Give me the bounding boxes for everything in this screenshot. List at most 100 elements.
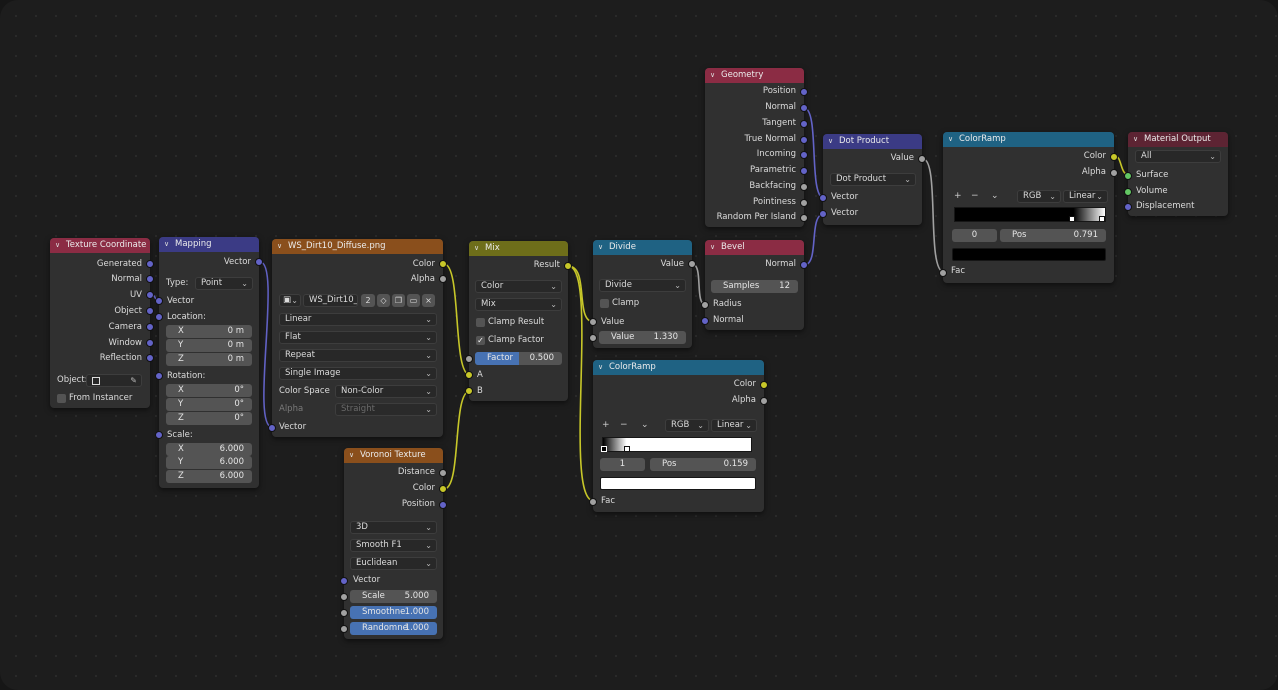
socket-position-out[interactable] [439, 501, 447, 509]
socket-camera[interactable] [146, 323, 154, 331]
blend-mode-dropdown[interactable]: Mix ⌄ [475, 298, 562, 311]
node-header[interactable]: ∨ Bevel [705, 240, 804, 255]
socket-alpha-out[interactable] [439, 275, 447, 283]
node-header[interactable]: ∨ ColorRamp [593, 360, 764, 375]
metric-dropdown[interactable]: Euclidean ⌄ [350, 557, 437, 570]
ramp-stop-1[interactable] [624, 446, 630, 452]
node-dot-product[interactable]: ∨ Dot Product Value Dot Product ⌄ Vector V… [819, 134, 926, 225]
socket-random-per-island-out[interactable] [800, 214, 808, 222]
chevron-down-icon[interactable]: ⌄ [641, 420, 649, 431]
socket-normal-in[interactable] [701, 317, 709, 325]
eyedropper-icon[interactable]: ✎ [130, 375, 137, 386]
extension-dropdown[interactable]: Repeat ⌄ [279, 349, 437, 362]
socket-vector-in-1[interactable] [819, 194, 827, 202]
socket-color-out[interactable] [439, 485, 447, 493]
randomness-field[interactable]: Randomne 1.000 [350, 622, 437, 635]
chevron-down-icon[interactable]: ∨ [598, 360, 603, 375]
chevron-down-icon[interactable]: ∨ [948, 132, 953, 147]
remove-stop-button[interactable]: − [971, 191, 979, 202]
socket-volume-in[interactable] [1124, 188, 1132, 196]
socket-radius-in[interactable] [701, 301, 709, 309]
socket-normal[interactable] [146, 275, 154, 283]
ramp-stop-0[interactable] [1069, 216, 1075, 222]
color-space-dropdown[interactable]: Non-Color ⌄ [335, 385, 437, 398]
operation-dropdown[interactable]: Divide ⌄ [599, 279, 686, 292]
socket-generated[interactable] [146, 260, 154, 268]
node-image-texture[interactable]: ∨ WS_Dirt10_Diffuse.png Color Alpha ▣ ⌄ WS… [268, 239, 447, 437]
scale-y[interactable]: Y 6.000 [166, 456, 252, 469]
socket-rotation[interactable] [155, 372, 163, 380]
socket-reflection[interactable] [146, 354, 154, 362]
chevron-down-icon[interactable]: ∨ [277, 239, 282, 254]
image-name-field[interactable]: WS_Dirt10_... [303, 294, 358, 307]
clamp-result-checkbox[interactable] [476, 318, 485, 327]
socket-result-out[interactable] [564, 262, 572, 270]
socket-displacement-in[interactable] [1124, 203, 1132, 211]
rotation-x[interactable]: X 0° [166, 384, 252, 397]
socket-parametric-out[interactable] [800, 167, 808, 175]
node-header[interactable]: ∨ ColorRamp [943, 132, 1114, 147]
socket-color-out[interactable] [1110, 153, 1118, 161]
socket-b-in[interactable] [465, 387, 473, 395]
socket-normal-out[interactable] [800, 104, 808, 112]
chevron-down-icon[interactable]: ∨ [598, 240, 603, 255]
scale-field[interactable]: Scale 5.000 [350, 590, 437, 603]
socket-value-in-2[interactable] [589, 334, 597, 342]
node-color-ramp-2[interactable]: ∨ ColorRamp Color Alpha + − ⌄ RGB ⌄ Linear… [939, 132, 1118, 283]
node-header[interactable]: ∨ Voronoi Texture [344, 448, 443, 463]
socket-surface-in[interactable] [1124, 172, 1132, 180]
socket-distance-out[interactable] [439, 469, 447, 477]
color-mode-dropdown[interactable]: RGB ⌄ [665, 419, 709, 432]
ramp-stop-1[interactable] [1099, 216, 1105, 222]
socket-vector-in[interactable] [340, 577, 348, 585]
clamp-factor-checkbox[interactable]: ✓ [476, 336, 485, 345]
socket-randomness-in[interactable] [340, 625, 348, 633]
socket-alpha-out[interactable] [760, 397, 768, 405]
node-color-ramp-1[interactable]: ∨ ColorRamp Color Alpha + − ⌄ RGB ⌄ Linear… [589, 360, 768, 512]
node-bevel[interactable]: ∨ Bevel Normal Samples 12 Radius Normal [701, 240, 808, 330]
interpolation-dropdown[interactable]: Linear ⌄ [1063, 190, 1108, 203]
duplicate-icon[interactable]: ❐ [392, 294, 405, 307]
from-instancer-checkbox[interactable] [57, 394, 66, 403]
rotation-y[interactable]: Y 0° [166, 398, 252, 411]
socket-true-normal-out[interactable] [800, 136, 808, 144]
node-header[interactable]: ∨ Geometry [705, 68, 804, 83]
smoothness-field[interactable]: Smoothne 1.000 [350, 606, 437, 619]
samples-field[interactable]: Samples 12 [711, 280, 798, 293]
node-header[interactable]: ∨ Mix [469, 241, 568, 256]
socket-a-in[interactable] [465, 371, 473, 379]
node-header[interactable]: ∨ Material Output [1128, 132, 1228, 147]
node-header[interactable]: ∨ WS_Dirt10_Diffuse.png [272, 239, 443, 254]
socket-tangent-out[interactable] [800, 120, 808, 128]
add-stop-button[interactable]: + [602, 420, 610, 431]
node-voronoi-texture[interactable]: ∨ Voronoi Texture Distance Color Position… [340, 448, 447, 639]
node-header[interactable]: ∨ Divide [593, 240, 692, 255]
socket-location[interactable] [155, 313, 163, 321]
socket-uv[interactable] [146, 291, 154, 299]
chevron-down-icon[interactable]: ∨ [55, 238, 60, 253]
factor-slider[interactable]: Factor 0.500 [475, 352, 562, 365]
socket-fac-in[interactable] [939, 269, 947, 277]
clamp-checkbox[interactable] [600, 299, 609, 308]
chevron-down-icon[interactable]: ∨ [710, 240, 715, 255]
socket-vector-out[interactable] [255, 258, 263, 266]
type-dropdown[interactable]: Point ⌄ [195, 277, 253, 290]
scale-x[interactable]: X 6.000 [166, 443, 252, 456]
node-geometry[interactable]: ∨ Geometry Position Normal Tangent True N… [705, 68, 808, 227]
stop-color-swatch[interactable] [952, 248, 1106, 261]
socket-fac-in[interactable] [589, 498, 597, 506]
node-header[interactable]: ∨ Dot Product [823, 134, 922, 149]
node-editor[interactable]: ∨ Texture Coordinate Generated Normal UV … [0, 0, 1278, 690]
chevron-down-icon[interactable]: ∨ [164, 237, 169, 252]
source-dropdown[interactable]: Single Image ⌄ [279, 367, 437, 380]
socket-window[interactable] [146, 339, 154, 347]
socket-value-in-1[interactable] [589, 318, 597, 326]
socket-value-out[interactable] [918, 155, 926, 163]
location-y[interactable]: Y0 m [166, 339, 252, 352]
socket-normal-out[interactable] [800, 261, 808, 269]
node-mapping[interactable]: ∨ Mapping Vector Type: Point ⌄ Vector Loca… [155, 237, 263, 488]
scale-z[interactable]: Z 6.000 [166, 470, 252, 483]
dimensions-dropdown[interactable]: 3D ⌄ [350, 521, 437, 534]
image-browse-button[interactable]: ▣ ⌄ [279, 294, 301, 307]
add-stop-button[interactable]: + [954, 191, 962, 202]
